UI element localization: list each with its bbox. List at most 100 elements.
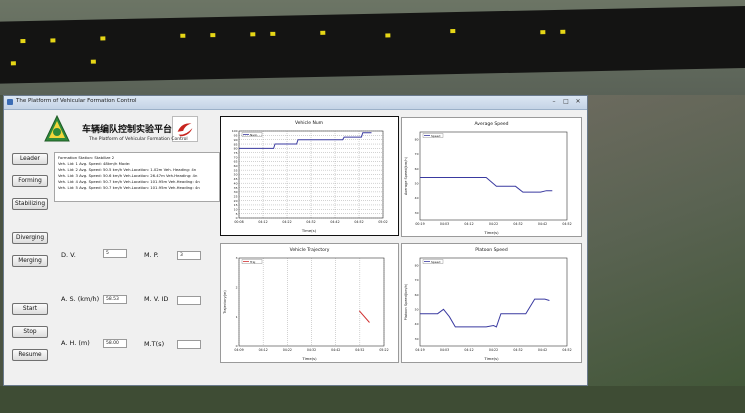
y-tick-label: 80 <box>415 138 419 142</box>
as-label: A. S. (km/h) <box>61 295 100 303</box>
resume-button[interactable]: Resume <box>12 349 48 361</box>
y-tick-label: 70 <box>415 278 419 282</box>
dv-label: D. V. <box>61 251 76 259</box>
vehicle-trajectory-chart-frame[interactable]: Vehicle Trajectory Time(s) Trajectory(m) Tr… <box>220 243 399 363</box>
y-tick-label: 0 <box>236 344 238 348</box>
status-info-box[interactable]: Formation Station: Stabilize 2 Veh. Lid:… <box>54 152 220 202</box>
y-axis-label: Average Speed(km/h) <box>404 156 408 195</box>
maximize-button[interactable]: □ <box>561 98 571 106</box>
y-tick-label: 1 <box>236 315 238 319</box>
x-axis-label: Time(s) <box>483 356 499 361</box>
plot-area <box>419 131 568 221</box>
legend-label: Speed <box>431 134 441 138</box>
x-tick-label: 04:03 <box>440 222 449 226</box>
y-tick-label: 80 <box>415 264 419 268</box>
stabilizing-button[interactable]: Stabilizing <box>12 198 48 210</box>
x-tick-label: 04:32 <box>307 348 316 352</box>
vehicle-num-chart-frame[interactable]: Vehicle Num Time(s) Num 00:08 04:12 04:22 04:3… <box>220 116 399 236</box>
x-tick-label: 04:22 <box>283 348 292 352</box>
x-tick-label: 05:02 <box>378 220 387 224</box>
mt-label: M.T(s) <box>144 340 165 348</box>
title-bar[interactable]: The Platform of Vehicular Formation Cont… <box>4 96 587 110</box>
x-tick-label: 04:12 <box>258 220 267 224</box>
app-window: The Platform of Vehicular Formation Cont… <box>3 95 588 386</box>
x-tick-label: 04:12 <box>464 348 473 352</box>
mvid-label: M. V. ID <box>144 295 169 303</box>
mp-label: M. P. <box>144 251 159 259</box>
app-icon <box>7 99 13 105</box>
y-tick-label: 40 <box>415 322 419 326</box>
x-tick-label: 00:19 <box>415 222 424 226</box>
window-title: The Platform of Vehicular Formation Cont… <box>16 98 137 104</box>
diverging-button[interactable]: Diverging <box>12 232 48 244</box>
x-axis-label: Time(s) <box>483 230 499 235</box>
platoon-speed-chart-frame[interactable]: Platoon Speed Time(s) Platoon Speed(km/h) S… <box>401 243 582 363</box>
y-axis-label: Trajectory(m) <box>223 290 227 315</box>
satellite-background-bottom <box>0 386 745 413</box>
y-tick-label: 0 <box>236 216 238 220</box>
x-axis-label: Time(s) <box>301 356 317 361</box>
university-logo <box>44 115 70 142</box>
x-tick-label: 04:42 <box>538 222 547 226</box>
close-button[interactable]: ✕ <box>573 98 583 106</box>
x-tick-label: 04:19 <box>415 348 424 352</box>
chart-title: Vehicle Trajectory <box>290 247 330 253</box>
legend-label: Traj <box>249 260 255 264</box>
x-tick-label: 04:32 <box>306 220 315 224</box>
y-axis-label: Platoon Speed(km/h) <box>404 283 408 320</box>
y-tick-label: 3 <box>236 256 238 260</box>
ah-field[interactable]: 58.00 <box>103 339 127 348</box>
leader-button[interactable]: Leader <box>12 153 48 165</box>
x-tick-label: 00:08 <box>234 220 243 224</box>
app-title-english: The Platform of Vehicular Formation Cont… <box>89 137 188 142</box>
average-speed-chart-frame[interactable]: Average Speed Time(s) Average Speed(km/h) S… <box>401 117 582 237</box>
chart-title: Vehicle Num <box>295 120 323 126</box>
dv-field[interactable]: 5 <box>103 249 127 258</box>
legend-label: Num <box>250 133 257 137</box>
platoon-speed-chart: Platoon Speed Time(s) Platoon Speed(km/h) S… <box>404 247 572 361</box>
mp-field[interactable]: 3 <box>177 251 201 260</box>
x-tick-label: 04:03 <box>440 348 449 352</box>
ah-label: A. H. (m) <box>61 339 90 347</box>
vehicle-trajectory-chart: Vehicle Trajectory Time(s) Trajectory(m) Tr… <box>223 247 389 361</box>
x-tick-label: 04:42 <box>330 220 339 224</box>
start-button[interactable]: Start <box>12 303 48 315</box>
x-tick-label: 04:52 <box>354 220 363 224</box>
mvid-field[interactable] <box>177 296 201 305</box>
y-tick-label: 70 <box>415 152 419 156</box>
x-tick-label: 04:12 <box>259 348 268 352</box>
x-axis-label: Time(s) <box>301 228 317 233</box>
x-tick-label: 04:22 <box>489 222 498 226</box>
y-tick-label: 50 <box>415 308 419 312</box>
x-tick-label: 04:52 <box>562 222 571 226</box>
merging-button[interactable]: Merging <box>12 255 48 267</box>
as-field[interactable]: 58.53 <box>103 295 127 304</box>
x-tick-label: 04:52 <box>562 348 571 352</box>
info-line: Veh. Lid: 5 Avg. Speed: 50.7 km/h Veh.Lo… <box>58 185 200 190</box>
stop-button[interactable]: Stop <box>12 326 48 338</box>
chart-title: Platoon Speed <box>475 247 508 253</box>
x-tick-label: 04:32 <box>513 222 522 226</box>
vehicle-num-chart: Vehicle Num Time(s) Num 00:08 04:12 04:22 04:3… <box>232 120 388 233</box>
x-tick-label: 04:42 <box>331 348 340 352</box>
x-tick-label: 04:52 <box>355 348 364 352</box>
forming-button[interactable]: Forming <box>12 175 48 187</box>
minimize-button[interactable]: – <box>549 98 559 106</box>
y-tick-label: 60 <box>415 293 419 297</box>
y-tick-label: 40 <box>415 196 419 200</box>
x-tick-label: 04:22 <box>489 348 498 352</box>
satellite-background-right <box>588 95 745 413</box>
y-tick-label: 50 <box>415 182 419 186</box>
x-tick-label: 04:22 <box>282 220 291 224</box>
y-tick-label: 30 <box>415 211 419 215</box>
mt-field[interactable] <box>177 340 201 349</box>
y-tick-label: 60 <box>415 167 419 171</box>
legend-label: Speed <box>431 260 441 264</box>
y-tick-label: 2 <box>236 286 238 290</box>
x-tick-label: 04:32 <box>513 348 522 352</box>
chart-title: Average Speed <box>474 121 508 127</box>
average-speed-chart: Average Speed Time(s) Average Speed(km/h) S… <box>404 121 572 235</box>
x-tick-label: 05:22 <box>379 348 388 352</box>
y-tick-label: 30 <box>415 337 419 341</box>
x-tick-label: 04:12 <box>464 222 473 226</box>
